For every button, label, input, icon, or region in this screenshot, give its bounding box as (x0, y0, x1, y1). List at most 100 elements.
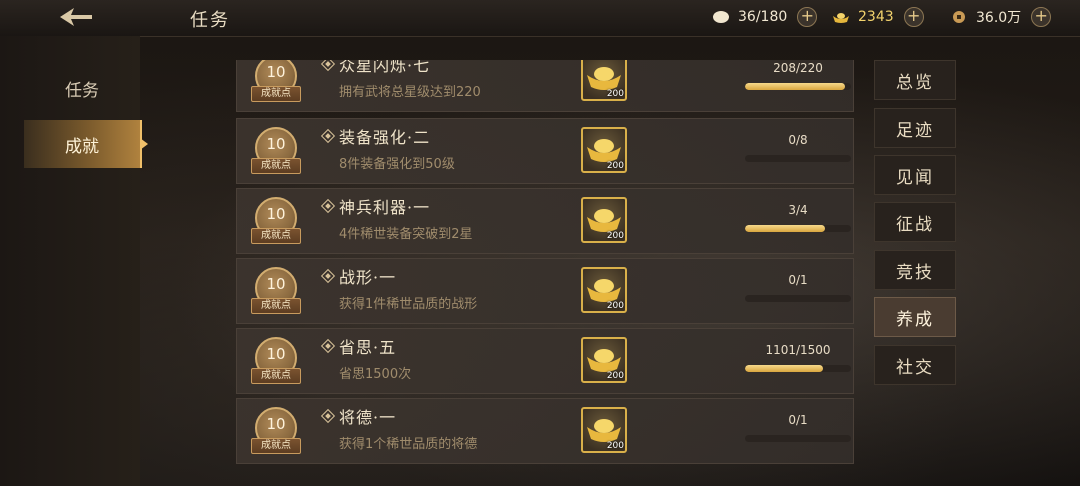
achievement-desc: 获得1件稀世品质的战形 (339, 297, 478, 312)
add-gold-button[interactable]: + (903, 7, 924, 27)
progress-bar (745, 155, 851, 162)
progress-text: 3/4 (788, 203, 808, 217)
points-label: 成就点 (251, 438, 301, 454)
tab-label: 社交 (896, 357, 934, 378)
points-label: 成就点 (251, 158, 301, 174)
progress-fill (745, 365, 823, 372)
achievement-desc: 8件装备强化到50级 (339, 157, 455, 172)
achievement-title: 战形·一 (339, 268, 397, 287)
reward-quantity: 200 (606, 371, 624, 381)
progress-fill (745, 225, 825, 232)
tab-overview[interactable]: 总览 (874, 60, 956, 100)
progress-bar (745, 295, 851, 302)
stamina-resource: 36/180 + (712, 7, 818, 27)
points-label: 成就点 (251, 368, 301, 384)
add-coin-button[interactable]: + (1031, 7, 1052, 27)
coin-icon (953, 11, 965, 23)
achievement-row: 10 成就点 装备强化·二 8件装备强化到50级 200 0/8 (236, 118, 854, 184)
points-value: 10 (266, 345, 286, 363)
tab-knowledge[interactable]: 见闻 (874, 155, 956, 195)
points-label: 成就点 (251, 86, 301, 102)
back-button[interactable] (52, 4, 100, 30)
progress-bar (745, 225, 851, 232)
diamond-icon (320, 268, 336, 284)
achievement-points-medal: 10 成就点 (251, 267, 301, 317)
points-label: 成就点 (251, 228, 301, 244)
achievement-points-medal: 10 成就点 (251, 60, 301, 105)
coin-value: 36.0万 (976, 10, 1022, 26)
tab-label: 竞技 (896, 262, 934, 283)
sidebar-item-label: 任务 (65, 80, 99, 101)
diamond-icon (320, 408, 336, 424)
achievement-row: 10 成就点 将德·一 获得1个稀世品质的将德 200 0/1 (236, 398, 854, 464)
diamond-icon (320, 128, 336, 144)
points-value: 10 (266, 205, 286, 223)
stamina-value: 36/180 (738, 9, 788, 25)
achievement-title: 装备强化·二 (339, 128, 431, 147)
achievement-desc: 拥有武将总星级达到220 (339, 85, 481, 100)
reward-quantity: 200 (606, 89, 624, 99)
progress-bar (745, 83, 851, 90)
achievement-points-medal: 10 成就点 (251, 127, 301, 177)
progress-text: 208/220 (773, 61, 823, 75)
progress-bar (745, 365, 851, 372)
sidebar-item-label: 成就 (65, 136, 99, 157)
progress-text: 0/1 (788, 273, 808, 287)
coin-resource: 36.0万 + (950, 7, 1052, 27)
points-value: 10 (266, 63, 286, 81)
progress-text: 0/8 (788, 133, 808, 147)
diamond-icon (320, 60, 336, 72)
reward-item[interactable]: 200 (581, 267, 627, 313)
points-value: 10 (266, 415, 286, 433)
tab-social[interactable]: 社交 (874, 345, 956, 385)
gold-ingot-icon (833, 13, 849, 23)
reward-quantity: 200 (606, 301, 624, 311)
achievement-title: 神兵利器·一 (339, 198, 431, 217)
page-title: 任务 (190, 10, 230, 31)
tab-footprints[interactable]: 足迹 (874, 108, 956, 148)
achievement-desc: 4件稀世装备突破到2星 (339, 227, 473, 242)
reward-quantity: 200 (606, 441, 624, 451)
achievement-points-medal: 10 成就点 (251, 197, 301, 247)
achievement-row: 10 成就点 省思·五 省思1500次 200 1101/1500 (236, 328, 854, 394)
tab-label: 养成 (896, 309, 934, 330)
points-label: 成就点 (251, 298, 301, 314)
sidebar-item-tasks[interactable]: 任务 (24, 64, 140, 112)
reward-item[interactable]: 200 (581, 127, 627, 173)
tab-label: 足迹 (896, 120, 934, 141)
achievement-desc: 省思1500次 (339, 367, 412, 382)
egg-icon (713, 11, 729, 23)
reward-item[interactable]: 200 (581, 197, 627, 243)
gold-resource: 2343 + (832, 7, 924, 27)
top-bar: 任务 36/180 + 2343 + 36.0万 + (0, 0, 1080, 37)
achievement-points-medal: 10 成就点 (251, 407, 301, 457)
add-stamina-button[interactable]: + (797, 7, 818, 27)
reward-quantity: 200 (606, 231, 624, 241)
achievement-list[interactable]: 10 成就点 众星闪烁·七 拥有武将总星级达到220 200 208/220 1… (236, 60, 854, 466)
reward-quantity: 200 (606, 161, 624, 171)
progress-text: 0/1 (788, 413, 808, 427)
reward-item[interactable]: 200 (581, 337, 627, 383)
achievement-row: 10 成就点 战形·一 获得1件稀世品质的战形 200 0/1 (236, 258, 854, 324)
tab-cultivation[interactable]: 养成 (874, 297, 956, 337)
tab-label: 见闻 (896, 167, 934, 188)
gold-value: 2343 (858, 9, 894, 25)
achievement-row: 10 成就点 神兵利器·一 4件稀世装备突破到2星 200 3/4 (236, 188, 854, 254)
points-value: 10 (266, 275, 286, 293)
tab-label: 征战 (896, 214, 934, 235)
tab-label: 总览 (896, 72, 934, 93)
tab-arena[interactable]: 竞技 (874, 250, 956, 290)
selected-indicator-icon (140, 138, 148, 150)
reward-item[interactable]: 200 (581, 60, 627, 101)
achievement-title: 将德·一 (339, 408, 397, 427)
diamond-icon (320, 198, 336, 214)
diamond-icon (320, 338, 336, 354)
sidebar-item-achievements[interactable]: 成就 (24, 120, 148, 168)
reward-item[interactable]: 200 (581, 407, 627, 453)
achievement-row: 10 成就点 众星闪烁·七 拥有武将总星级达到220 200 208/220 (236, 60, 854, 112)
tab-campaign[interactable]: 征战 (874, 202, 956, 242)
progress-bar (745, 435, 851, 442)
progress-fill (745, 83, 846, 90)
achievement-title: 省思·五 (339, 338, 397, 357)
achievement-title: 众星闪烁·七 (339, 60, 431, 75)
